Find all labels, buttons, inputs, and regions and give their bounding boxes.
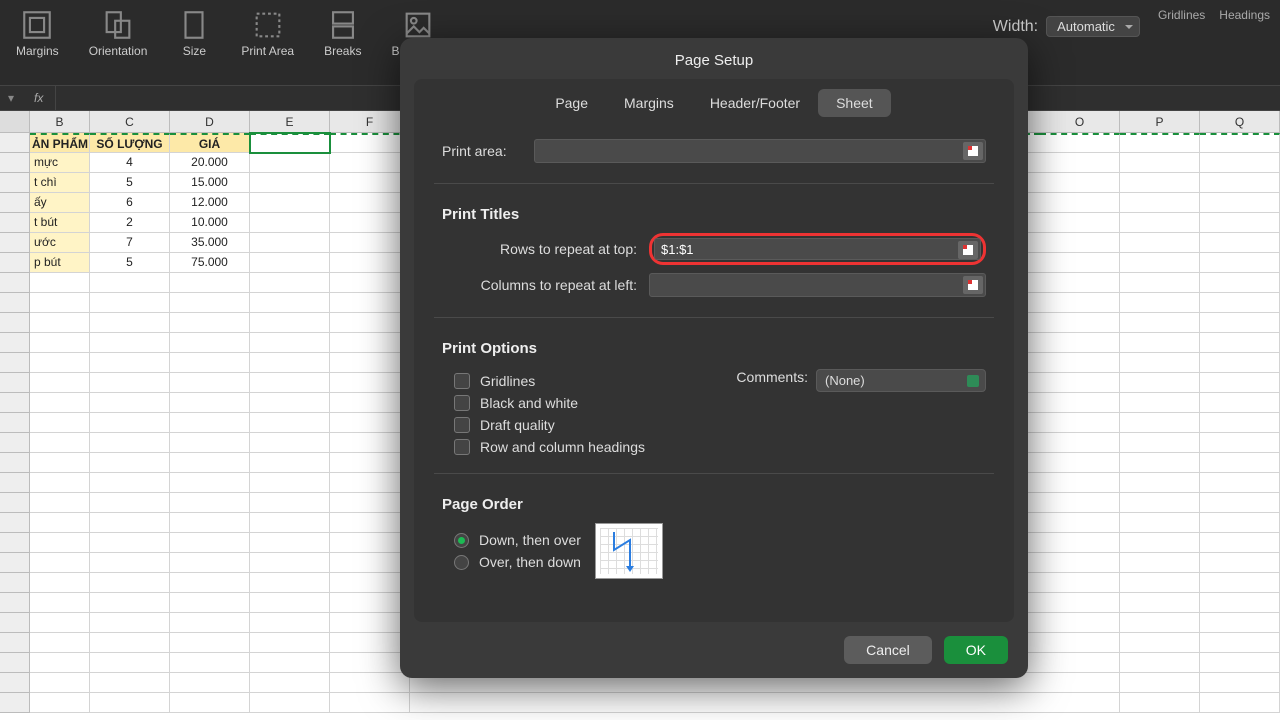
ribbon-margins[interactable]: Margins bbox=[10, 4, 65, 62]
view-options: Gridlines Headings bbox=[1158, 4, 1270, 22]
tab-margins[interactable]: Margins bbox=[606, 89, 692, 117]
width-value: Automatic bbox=[1057, 19, 1115, 34]
selected-cell[interactable] bbox=[250, 133, 330, 153]
col-header[interactable]: O bbox=[1040, 111, 1120, 132]
fx-label[interactable]: fx bbox=[22, 86, 56, 110]
chk-label: Black and white bbox=[480, 395, 578, 411]
comments-label: Comments: bbox=[736, 369, 808, 385]
range-picker-icon[interactable] bbox=[963, 276, 983, 294]
orientation-icon bbox=[101, 8, 135, 42]
tab-sheet[interactable]: Sheet bbox=[818, 89, 891, 117]
tab-page[interactable]: Page bbox=[537, 89, 606, 117]
comments-dropdown[interactable]: (None) bbox=[816, 369, 986, 392]
page-setup-dialog: Page Setup Page Margins Header/Footer Sh… bbox=[400, 38, 1028, 678]
col-header[interactable]: C bbox=[90, 111, 170, 132]
cols-repeat-label: Columns to repeat at left: bbox=[442, 277, 637, 293]
col-header[interactable]: D bbox=[170, 111, 250, 132]
col-header[interactable]: E bbox=[250, 111, 330, 132]
order-over-radio[interactable]: Over, then down bbox=[454, 554, 581, 570]
chk-label: Draft quality bbox=[480, 417, 555, 433]
print-area-label: Print area: bbox=[442, 143, 522, 159]
size-icon bbox=[177, 8, 211, 42]
headings-label[interactable]: Headings bbox=[1219, 8, 1270, 22]
range-picker-icon[interactable] bbox=[958, 241, 978, 259]
range-picker-icon[interactable] bbox=[963, 142, 983, 160]
select-all-corner[interactable] bbox=[0, 111, 30, 132]
ribbon-label: Size bbox=[183, 44, 206, 58]
chk-label: Row and column headings bbox=[480, 439, 645, 455]
ribbon-print-area[interactable]: Print Area bbox=[235, 4, 300, 62]
print-area-input[interactable] bbox=[534, 139, 986, 163]
col-header[interactable]: P bbox=[1120, 111, 1200, 132]
ribbon-label: Orientation bbox=[89, 44, 148, 58]
fx-dropdown-icon[interactable]: ▾ bbox=[0, 91, 22, 105]
page-order-heading: Page Order bbox=[442, 496, 986, 513]
dialog-tabs: Page Margins Header/Footer Sheet bbox=[414, 79, 1014, 117]
ok-button[interactable]: OK bbox=[944, 636, 1008, 664]
tab-header-footer[interactable]: Header/Footer bbox=[692, 89, 818, 117]
ribbon-label: Print Area bbox=[241, 44, 294, 58]
margins-icon bbox=[20, 8, 54, 42]
ribbon-label: Breaks bbox=[324, 44, 361, 58]
width-dropdown[interactable]: Automatic bbox=[1046, 16, 1140, 37]
chk-label: Gridlines bbox=[480, 373, 535, 389]
cell[interactable] bbox=[330, 133, 410, 153]
background-icon bbox=[401, 8, 435, 42]
dialog-title: Page Setup bbox=[400, 38, 1028, 79]
cancel-button[interactable]: Cancel bbox=[844, 636, 932, 664]
bw-checkbox[interactable]: Black and white bbox=[454, 395, 706, 411]
print-area-icon bbox=[251, 8, 285, 42]
radio-label: Over, then down bbox=[479, 554, 581, 570]
rows-repeat-label: Rows to repeat at top: bbox=[442, 241, 637, 257]
draft-checkbox[interactable]: Draft quality bbox=[454, 417, 706, 433]
rows-repeat-input[interactable]: $1:$1 bbox=[654, 238, 981, 260]
page-order-preview bbox=[595, 523, 663, 579]
ribbon-orientation[interactable]: Orientation bbox=[83, 4, 154, 62]
rowcol-checkbox[interactable]: Row and column headings bbox=[454, 439, 706, 455]
gridlines-label[interactable]: Gridlines bbox=[1158, 8, 1205, 22]
cols-repeat-input[interactable] bbox=[649, 273, 986, 297]
dialog-buttons: Cancel OK bbox=[400, 622, 1028, 678]
ribbon-breaks[interactable]: Breaks bbox=[318, 4, 367, 62]
print-options-heading: Print Options bbox=[442, 340, 986, 357]
gridlines-checkbox[interactable]: Gridlines bbox=[454, 373, 706, 389]
header-cell[interactable]: SỐ LƯỢNG bbox=[90, 133, 170, 153]
breaks-icon bbox=[326, 8, 360, 42]
col-header[interactable]: F bbox=[330, 111, 410, 132]
print-titles-heading: Print Titles bbox=[442, 206, 986, 223]
radio-label: Down, then over bbox=[479, 532, 581, 548]
ribbon-label: Margins bbox=[16, 44, 59, 58]
width-label: Width: bbox=[993, 18, 1038, 36]
header-cell[interactable]: GIÁ bbox=[170, 133, 250, 153]
col-header[interactable]: B bbox=[30, 111, 90, 132]
header-cell[interactable]: ẢN PHẨM bbox=[30, 133, 90, 153]
col-header[interactable]: Q bbox=[1200, 111, 1280, 132]
rows-repeat-value: $1:$1 bbox=[661, 242, 694, 257]
table-row[interactable] bbox=[0, 693, 1280, 713]
ribbon-size[interactable]: Size bbox=[171, 4, 217, 62]
comments-value: (None) bbox=[825, 373, 865, 388]
order-down-radio[interactable]: Down, then over bbox=[454, 532, 581, 548]
width-control: Width: Automatic bbox=[993, 4, 1140, 37]
